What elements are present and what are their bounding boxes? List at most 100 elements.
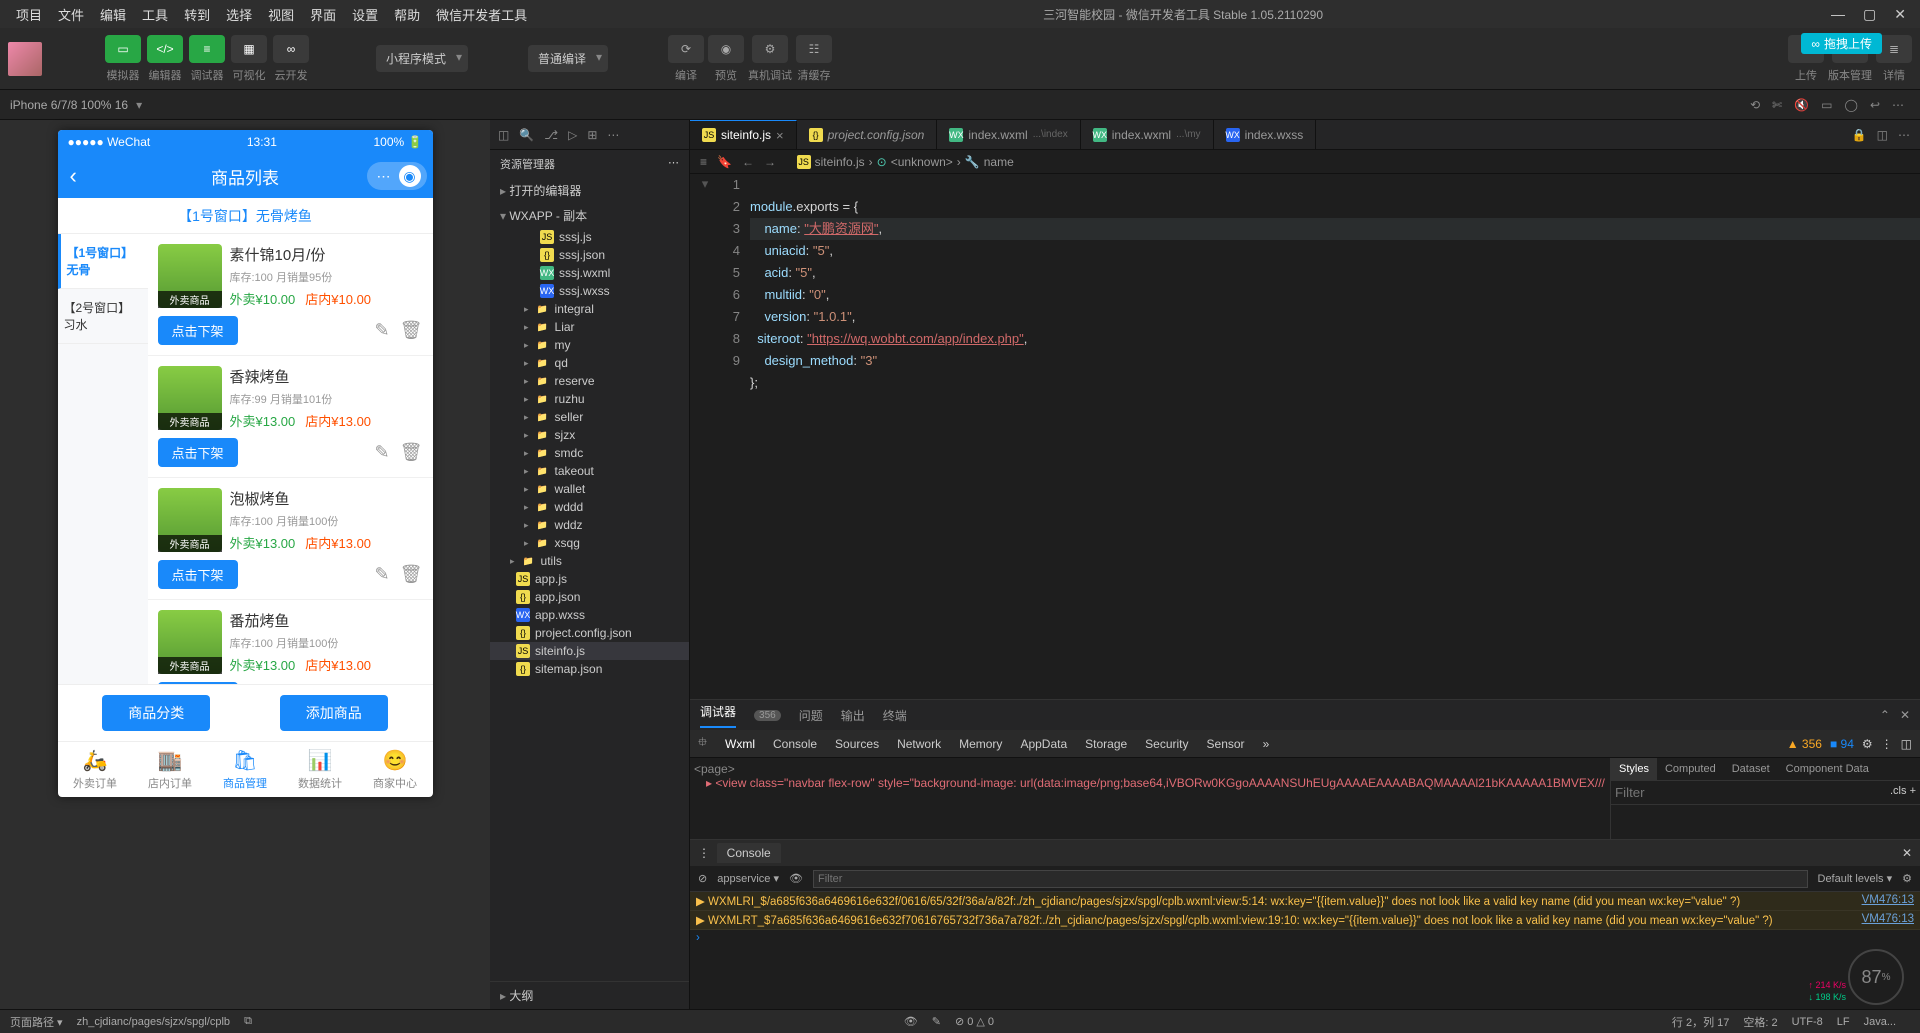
- encoding[interactable]: UTF-8: [1792, 1016, 1823, 1028]
- project-section[interactable]: WXAPP - 副本: [490, 203, 689, 228]
- console-close-icon[interactable]: ✕: [1902, 846, 1912, 860]
- eol[interactable]: LF: [1837, 1016, 1850, 1028]
- edit-icon[interactable]: ✎: [375, 564, 390, 585]
- scene-icon[interactable]: 👁: [904, 1015, 918, 1028]
- scene-add-icon[interactable]: ✎: [932, 1015, 941, 1028]
- devtools-sensor[interactable]: Sensor: [1207, 737, 1245, 751]
- category-item[interactable]: 【1号窗口】无骨: [58, 234, 148, 289]
- category-item[interactable]: 【2号窗口】习水: [58, 289, 148, 344]
- off-shelf-button[interactable]: 点击下架: [158, 316, 238, 345]
- file-item[interactable]: {}sitemap.json: [490, 660, 689, 678]
- devtools-memory[interactable]: Memory: [959, 737, 1002, 751]
- bookmark-icon[interactable]: 🔖: [717, 155, 732, 169]
- folder-item[interactable]: 📁wddz: [490, 516, 689, 534]
- nav-back-icon[interactable]: ‹: [70, 163, 77, 189]
- file-item[interactable]: WXapp.wxss: [490, 606, 689, 624]
- editor-tab[interactable]: {}project.config.json: [797, 120, 938, 149]
- category-mgmt-button[interactable]: 商品分类: [102, 695, 210, 731]
- menu-help[interactable]: 帮助: [386, 5, 428, 24]
- cloud-button[interactable]: ∞: [273, 35, 309, 63]
- context-select[interactable]: appservice ▾: [717, 872, 779, 885]
- devtools-wxml[interactable]: Wxml: [725, 737, 755, 751]
- dbg-tab-output[interactable]: 输出: [841, 707, 865, 724]
- rotate-icon[interactable]: ⟲: [1750, 98, 1760, 112]
- folder-item[interactable]: 📁smdc: [490, 444, 689, 462]
- devtools-appdata[interactable]: AppData: [1020, 737, 1067, 751]
- file-item[interactable]: WXsssj.wxml: [490, 264, 689, 282]
- indent[interactable]: 空格: 2: [1743, 1014, 1777, 1030]
- tabbar-item[interactable]: 🏬店内订单: [133, 742, 208, 797]
- dbg-tab-debugger[interactable]: 调试器: [700, 703, 736, 728]
- folder-item[interactable]: 📁utils: [490, 552, 689, 570]
- branch-icon[interactable]: ⎇: [544, 128, 558, 142]
- tabbar-item[interactable]: 📊数据统计: [283, 742, 358, 797]
- tabbar-item[interactable]: 😊商家中心: [358, 742, 433, 797]
- devtools-console[interactable]: Console: [773, 737, 817, 751]
- delete-icon[interactable]: 🗑: [400, 564, 423, 585]
- console-body[interactable]: ▶ WXMLRI_$/a685f636a6469616e632f/0616/65…: [690, 892, 1920, 1009]
- copy-path-icon[interactable]: ⧉: [244, 1015, 252, 1028]
- folder-item[interactable]: 📁qd: [490, 354, 689, 372]
- folder-item[interactable]: 📁sjzx: [490, 426, 689, 444]
- folder-item[interactable]: 📁integral: [490, 300, 689, 318]
- explorer-more-icon[interactable]: ⋯: [668, 156, 679, 172]
- back-icon[interactable]: ↩: [1870, 98, 1880, 112]
- console-message[interactable]: ▶ WXMLRI_$/a685f636a6469616e632f/0616/65…: [690, 892, 1920, 911]
- add-product-button[interactable]: 添加商品: [280, 695, 388, 731]
- menu-file[interactable]: 文件: [50, 5, 92, 24]
- tabbar-item[interactable]: 🛵外卖订单: [58, 742, 133, 797]
- cursor-pos[interactable]: 行 2，列 17: [1672, 1014, 1729, 1030]
- perf-gauge[interactable]: 87%: [1848, 949, 1904, 1005]
- capsule-close-icon[interactable]: ◉: [399, 165, 421, 187]
- maximize-icon[interactable]: ▢: [1863, 6, 1876, 23]
- menu-devtools[interactable]: 微信开发者工具: [428, 5, 535, 24]
- menu-interface[interactable]: 界面: [302, 5, 344, 24]
- message-source[interactable]: VM476:13: [1852, 894, 1914, 908]
- edit-icon[interactable]: ✎: [375, 320, 390, 341]
- tab-close-icon[interactable]: ×: [776, 128, 784, 143]
- debug-icon[interactable]: ▷: [568, 128, 577, 142]
- console-filter-input[interactable]: [813, 870, 1808, 888]
- product-image[interactable]: 外卖商品: [158, 610, 222, 674]
- computed-tab[interactable]: Computed: [1657, 758, 1724, 780]
- nav-back-icon[interactable]: ←: [742, 155, 754, 169]
- warn-count[interactable]: ▲ 356: [1787, 737, 1822, 751]
- message-source[interactable]: VM476:13: [1852, 913, 1914, 927]
- visual-button[interactable]: ▦: [231, 35, 267, 63]
- file-item[interactable]: JSsiteinfo.js: [490, 642, 689, 660]
- remote-debug-icon[interactable]: ⚙: [752, 35, 788, 63]
- kebab-icon[interactable]: ⋮: [1881, 737, 1893, 751]
- code-editor[interactable]: ▾ 123456789 module.exports = { name: "大鹏…: [690, 174, 1920, 699]
- page-path[interactable]: zh_cjdianc/pages/sjzx/spgl/cplb: [77, 1016, 230, 1028]
- mute-icon[interactable]: 🔇: [1794, 98, 1809, 112]
- split-editor-icon[interactable]: ◫: [1877, 128, 1888, 142]
- folder-item[interactable]: 📁takeout: [490, 462, 689, 480]
- console-gear-icon[interactable]: ⚙: [1902, 872, 1912, 885]
- row-icon[interactable]: ≡: [700, 155, 707, 169]
- product-image[interactable]: 外卖商品: [158, 488, 222, 552]
- file-item[interactable]: {}app.json: [490, 588, 689, 606]
- gear-icon[interactable]: ⚙: [1862, 737, 1873, 751]
- problems[interactable]: ⊘ 0 △ 0: [955, 1015, 994, 1028]
- clear-cache-icon[interactable]: ☷: [796, 35, 832, 63]
- product-image[interactable]: 外卖商品: [158, 366, 222, 430]
- editor-tab[interactable]: WXindex.wxml...\index: [937, 120, 1080, 149]
- devtools-network[interactable]: Network: [897, 737, 941, 751]
- editor-tab[interactable]: WXindex.wxml...\my: [1081, 120, 1214, 149]
- editor-tab[interactable]: WXindex.wxss: [1214, 120, 1317, 149]
- menu-edit[interactable]: 编辑: [92, 5, 134, 24]
- console-prompt[interactable]: ›: [690, 930, 1920, 946]
- styles-filter-input[interactable]: [1615, 785, 1890, 800]
- menu-tools[interactable]: 工具: [134, 5, 176, 24]
- home-icon[interactable]: ◯: [1845, 98, 1858, 112]
- avatar[interactable]: [8, 42, 42, 76]
- folder-item[interactable]: 📁xsqg: [490, 534, 689, 552]
- devtools-security[interactable]: Security: [1145, 737, 1188, 751]
- file-item[interactable]: {}sssj.json: [490, 246, 689, 264]
- menu-view[interactable]: 视图: [260, 5, 302, 24]
- folder-item[interactable]: 📁seller: [490, 408, 689, 426]
- component-data-tab[interactable]: Component Data: [1778, 758, 1877, 780]
- capsule-menu-icon[interactable]: ⋯: [373, 165, 395, 187]
- minimize-icon[interactable]: —: [1831, 6, 1845, 23]
- product-image[interactable]: 外卖商品: [158, 244, 222, 308]
